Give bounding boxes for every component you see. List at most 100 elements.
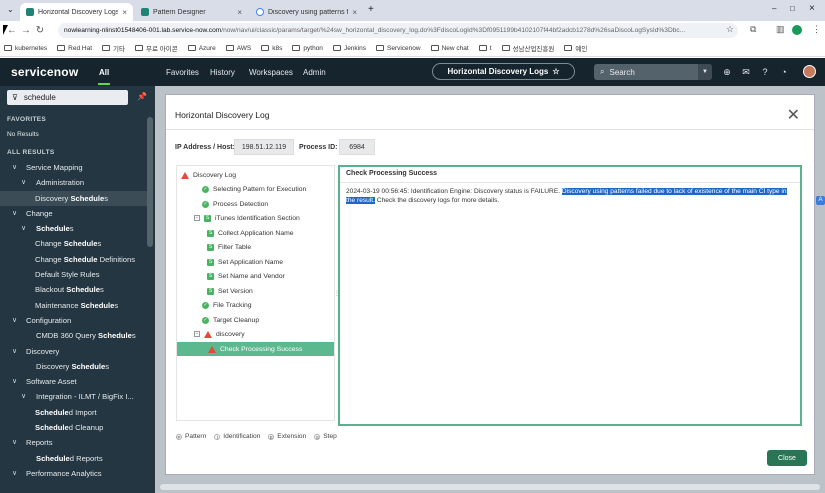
tab-close-icon[interactable]: ×: [237, 8, 242, 17]
bookmark-item[interactable]: Servicenow: [375, 45, 421, 52]
favorite-star-icon[interactable]: ☆: [552, 67, 559, 76]
browser-menu-icon[interactable]: ⋮: [812, 24, 821, 35]
bookmark-item[interactable]: Red Hat: [57, 45, 92, 52]
nav-item[interactable]: ∨ Reports: [0, 435, 147, 450]
bookmark-item[interactable]: 성남산업진흥원: [501, 43, 554, 53]
pin-icon[interactable]: 📌: [137, 92, 147, 101]
bookmark-item[interactable]: 무료 아이콘: [135, 43, 178, 53]
chevron-down-icon[interactable]: ∨: [12, 160, 17, 175]
chevron-down-icon[interactable]: ∨: [21, 221, 26, 236]
nav-item[interactable]: Change Schedules: [0, 236, 147, 251]
nav-item[interactable]: ∨ Administration: [0, 175, 147, 190]
bookmark-star-icon[interactable]: ☆: [726, 24, 734, 35]
navigator-filter-input[interactable]: ⊽ schedule: [7, 90, 128, 105]
nav-item[interactable]: ∨ Integration - ILMT / BigFix I...: [0, 389, 147, 404]
nav-item[interactable]: Scheduled Import: [0, 405, 147, 420]
sidebar-scrollbar[interactable]: [147, 117, 153, 247]
nav-favorites[interactable]: Favorites: [166, 68, 199, 77]
nav-item[interactable]: ∨ Service Mapping: [0, 160, 147, 175]
nav-workspaces[interactable]: Workspaces: [249, 68, 293, 77]
user-avatar[interactable]: [803, 65, 816, 78]
nav-item[interactable]: ∨ Change: [0, 206, 147, 221]
chevron-down-icon[interactable]: ∨: [12, 466, 17, 481]
browser-tab-discovery-failed[interactable]: Discovery using patterns faile ×: [250, 3, 363, 21]
tab-close-icon[interactable]: ×: [352, 8, 357, 17]
nav-item[interactable]: CMDB 360 Query Schedules: [0, 328, 147, 343]
globe-icon[interactable]: ⊕: [721, 66, 733, 78]
forward-icon[interactable]: →: [19, 25, 33, 36]
nav-item[interactable]: Change Schedule Definitions: [0, 252, 147, 267]
tree-node[interactable]: S Set Name and Vendor: [207, 269, 285, 283]
help-icon[interactable]: ?: [759, 66, 771, 78]
sidepanel-icon[interactable]: ▥: [776, 24, 785, 35]
tree-node[interactable]: − discovery: [194, 327, 245, 341]
bookmark-item[interactable]: 기타: [102, 43, 125, 53]
context-title-pill[interactable]: Horizontal Discovery Logs ☆: [432, 63, 575, 80]
chevron-down-icon[interactable]: ∨: [21, 175, 26, 190]
search-scope-dropdown[interactable]: ▼: [698, 64, 712, 80]
tree-node[interactable]: ✓ File Tracking: [202, 298, 252, 312]
modal-close-icon[interactable]: ✕: [787, 105, 800, 125]
nav-item[interactable]: Scheduled Reports: [0, 451, 147, 466]
servicenow-logo[interactable]: servicenow: [11, 65, 78, 79]
nav-item[interactable]: Discovery Schedules: [0, 190, 147, 206]
nav-item[interactable]: Maintenance Schedules: [0, 298, 147, 313]
close-button[interactable]: Close: [767, 450, 807, 466]
chevron-down-icon[interactable]: ∨: [21, 389, 26, 404]
nav-item[interactable]: ∨ Configuration: [0, 313, 147, 328]
window-close-button[interactable]: ×: [809, 3, 815, 14]
bookmark-item[interactable]: python: [292, 45, 323, 52]
all-menu-tab[interactable]: All: [97, 68, 111, 85]
nav-item[interactable]: ∨ Software Asset: [0, 374, 147, 389]
chevron-down-icon[interactable]: ∨: [12, 313, 17, 328]
tree-node[interactable]: Check Processing Success: [177, 342, 334, 356]
bookmark-item[interactable]: New chat: [430, 45, 469, 52]
nav-item[interactable]: ∨ Schedules: [0, 221, 147, 236]
tree-node[interactable]: S Set Application Name: [207, 255, 283, 269]
notification-bell-icon[interactable]: ◔: [778, 66, 790, 78]
collapse-toggle[interactable]: −: [194, 331, 200, 337]
nav-history[interactable]: History: [210, 68, 235, 77]
bookmark-item[interactable]: kubernetes: [4, 45, 47, 52]
chevron-down-icon[interactable]: ∨: [12, 435, 17, 450]
bookmark-item[interactable]: Jenkins: [332, 45, 366, 52]
bookmark-item[interactable]: t: [478, 45, 492, 52]
nav-admin[interactable]: Admin: [303, 68, 326, 77]
tree-node[interactable]: ✓ Target Cleanup: [202, 313, 259, 327]
tree-node[interactable]: S Set Version: [207, 284, 253, 298]
bookmark-item[interactable]: 예인: [564, 43, 587, 53]
global-search[interactable]: ⌕ Search ▼: [594, 64, 712, 80]
reload-icon[interactable]: ↻: [33, 25, 47, 36]
collapse-toggle[interactable]: −: [194, 215, 200, 221]
chat-icon[interactable]: ✉: [740, 66, 752, 78]
nav-item[interactable]: Scheduled Cleanup: [0, 420, 147, 435]
chevron-down-icon[interactable]: ∨: [12, 344, 17, 359]
translate-icon[interactable]: A: [816, 196, 825, 205]
chevron-down-icon[interactable]: ∨: [12, 374, 17, 389]
tab-search-icon[interactable]: ⌄: [7, 5, 14, 14]
horizontal-scrollbar[interactable]: [160, 484, 820, 490]
address-bar[interactable]: nowlearning-nlinst01548406-001.lab.servi…: [58, 23, 738, 38]
maximize-button[interactable]: □: [790, 4, 795, 13]
tab-close-icon[interactable]: ×: [122, 8, 127, 17]
nav-item[interactable]: ∨ Performance Analytics: [0, 466, 147, 481]
bookmark-item[interactable]: Azure: [187, 45, 216, 52]
nav-item[interactable]: Default Style Rules: [0, 267, 147, 282]
tree-node[interactable]: ✓ Process Detection: [202, 197, 268, 211]
tree-node[interactable]: S Collect Application Name: [207, 226, 294, 240]
tree-node[interactable]: S Filter Table: [207, 240, 251, 254]
browser-tab-pattern-designer[interactable]: Pattern Designer ×: [135, 3, 248, 21]
nav-item[interactable]: ∨ Discovery: [0, 344, 147, 359]
profile-avatar[interactable]: [792, 25, 802, 35]
nav-item[interactable]: Discovery Schedules: [0, 359, 147, 374]
extensions-icon[interactable]: ⧉: [750, 24, 756, 35]
new-tab-button[interactable]: +: [368, 4, 374, 15]
bookmark-item[interactable]: AWS: [225, 45, 251, 52]
browser-tab-discovery-logs[interactable]: Horizontal Discovery Logs | Se ×: [20, 3, 133, 21]
chevron-down-icon[interactable]: ∨: [12, 206, 17, 221]
nav-item[interactable]: Blackout Schedules: [0, 282, 147, 297]
tree-node[interactable]: − SiTunes Identification Section: [194, 211, 300, 225]
minimize-button[interactable]: –: [772, 4, 776, 13]
tree-node[interactable]: Discovery Log: [181, 168, 236, 182]
bookmark-item[interactable]: k8s: [261, 45, 282, 52]
